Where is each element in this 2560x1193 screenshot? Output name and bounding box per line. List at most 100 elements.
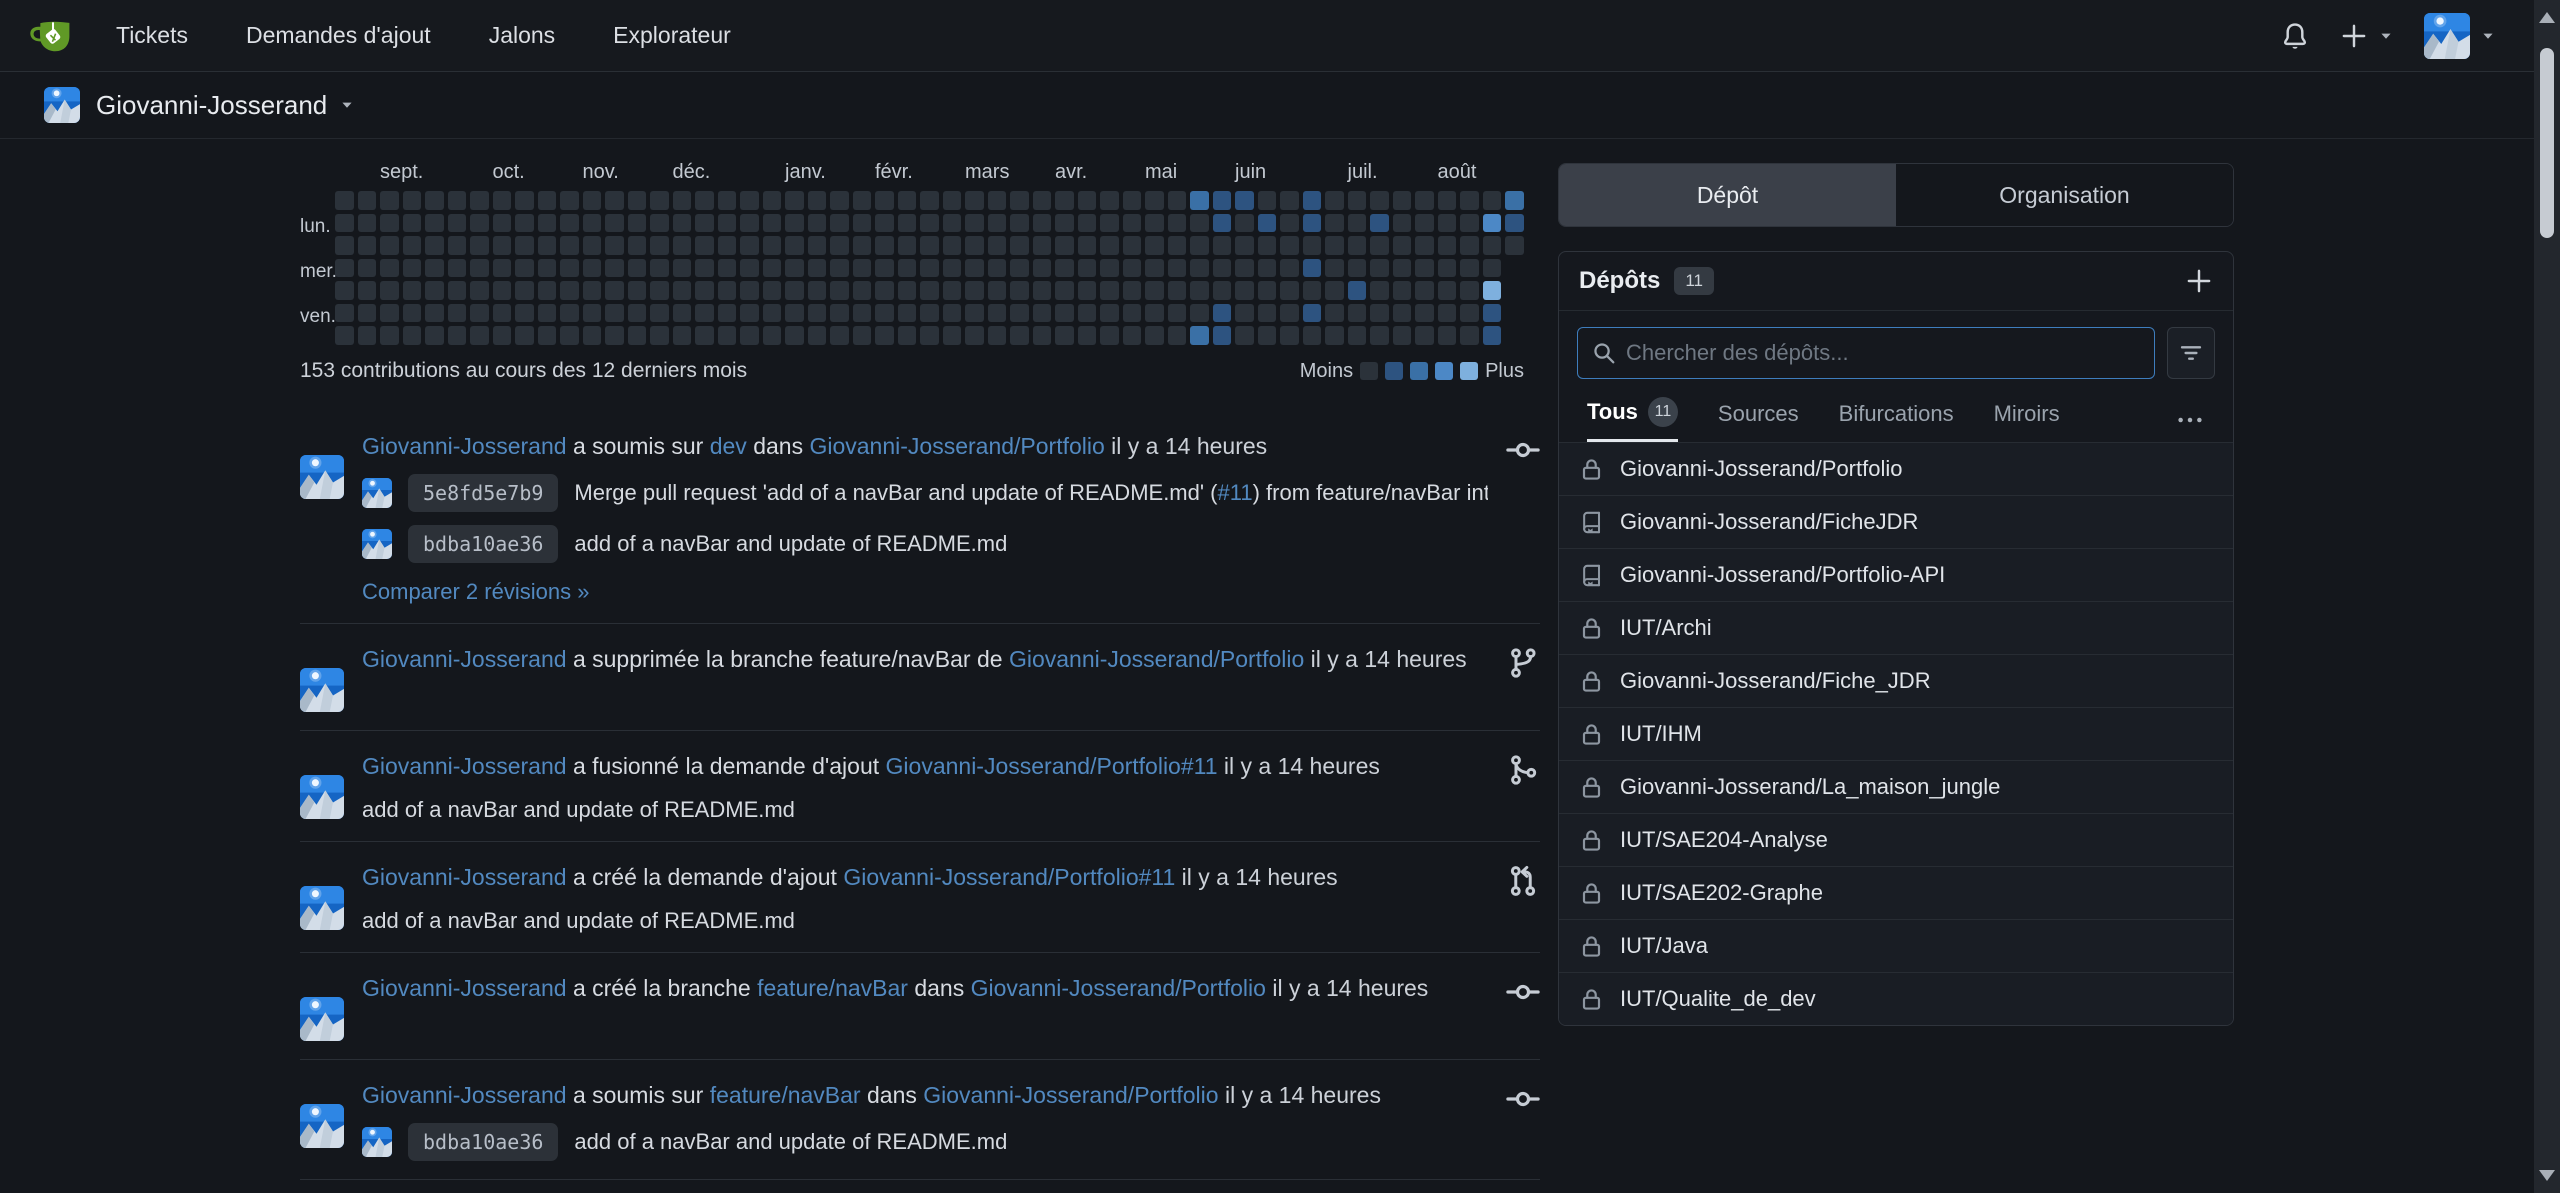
heatmap-cell[interactable] xyxy=(920,259,939,278)
heatmap-cell[interactable] xyxy=(538,326,557,345)
heatmap-cell[interactable] xyxy=(358,214,377,233)
repo-filter-tab-tous[interactable]: Tous11 xyxy=(1587,397,1678,442)
nav-item-explore[interactable]: Explorateur xyxy=(613,22,731,49)
heatmap-cell[interactable] xyxy=(1460,214,1479,233)
heatmap-cell[interactable] xyxy=(920,326,939,345)
heatmap-cell[interactable] xyxy=(1370,236,1389,255)
heatmap-cell[interactable] xyxy=(628,236,647,255)
heatmap-cell[interactable] xyxy=(403,214,422,233)
heatmap-cell[interactable] xyxy=(335,304,354,323)
heatmap-cell[interactable] xyxy=(1325,281,1344,300)
heatmap-cell[interactable] xyxy=(718,304,737,323)
heatmap-cell[interactable] xyxy=(448,259,467,278)
heatmap-cell[interactable] xyxy=(808,326,827,345)
heatmap-cell[interactable] xyxy=(830,191,849,210)
heatmap-cell[interactable] xyxy=(380,236,399,255)
heatmap-cell[interactable] xyxy=(1100,236,1119,255)
heatmap-cell[interactable] xyxy=(695,191,714,210)
heatmap-cell[interactable] xyxy=(425,304,444,323)
heatmap-cell[interactable] xyxy=(695,214,714,233)
heatmap-cell[interactable] xyxy=(830,214,849,233)
heatmap-cell[interactable] xyxy=(1438,191,1457,210)
heatmap-cell[interactable] xyxy=(1055,214,1074,233)
heatmap-cell[interactable] xyxy=(560,191,579,210)
heatmap-cell[interactable] xyxy=(1010,191,1029,210)
heatmap-cell[interactable] xyxy=(1033,236,1052,255)
heatmap-cell[interactable] xyxy=(965,191,984,210)
heatmap-cell[interactable] xyxy=(1280,326,1299,345)
heatmap-cell[interactable] xyxy=(1258,304,1277,323)
heatmap-cell[interactable] xyxy=(718,236,737,255)
heatmap-cell[interactable] xyxy=(1393,214,1412,233)
heatmap-cell[interactable] xyxy=(470,304,489,323)
repo-filter-tab-sources[interactable]: Sources xyxy=(1718,401,1799,439)
heatmap-cell[interactable] xyxy=(785,236,804,255)
heatmap-cell[interactable] xyxy=(830,259,849,278)
heatmap-cell[interactable] xyxy=(673,281,692,300)
heatmap-cell[interactable] xyxy=(875,214,894,233)
heatmap-cell[interactable] xyxy=(1033,326,1052,345)
heatmap-cell[interactable] xyxy=(943,326,962,345)
repo-list-item[interactable]: IUT/SAE202-Graphe xyxy=(1559,866,2233,919)
heatmap-cell[interactable] xyxy=(1213,304,1232,323)
heatmap-cell[interactable] xyxy=(673,236,692,255)
heatmap-cell[interactable] xyxy=(1483,326,1502,345)
heatmap-cell[interactable] xyxy=(808,281,827,300)
committer-avatar[interactable] xyxy=(362,529,392,559)
repo-search-input[interactable] xyxy=(1626,340,2140,366)
heatmap-cell[interactable] xyxy=(403,191,422,210)
heatmap-cell[interactable] xyxy=(605,236,624,255)
heatmap-cell[interactable] xyxy=(493,236,512,255)
heatmap-cell[interactable] xyxy=(1033,259,1052,278)
heatmap-cell[interactable] xyxy=(628,281,647,300)
repo-list-item[interactable]: Giovanni-Josserand/FicheJDR xyxy=(1559,495,2233,548)
scrollbar-up-arrow-icon[interactable] xyxy=(2539,12,2555,23)
heatmap-cell[interactable] xyxy=(1415,281,1434,300)
repo-filter-tab-bifurcations[interactable]: Bifurcations xyxy=(1839,401,1954,439)
heatmap-cell[interactable] xyxy=(740,326,759,345)
heatmap-cell[interactable] xyxy=(943,281,962,300)
heatmap-cell[interactable] xyxy=(1348,191,1367,210)
heatmap-cell[interactable] xyxy=(1190,214,1209,233)
heatmap-cell[interactable] xyxy=(448,214,467,233)
heatmap-cell[interactable] xyxy=(1145,281,1164,300)
heatmap-cell[interactable] xyxy=(1078,236,1097,255)
heatmap-cell[interactable] xyxy=(988,326,1007,345)
heatmap-cell[interactable] xyxy=(1168,191,1187,210)
heatmap-cell[interactable] xyxy=(1010,259,1029,278)
heatmap-cell[interactable] xyxy=(673,326,692,345)
user-avatar[interactable] xyxy=(300,997,344,1041)
heatmap-cell[interactable] xyxy=(740,214,759,233)
user-avatar[interactable] xyxy=(300,455,344,499)
heatmap-cell[interactable] xyxy=(1415,191,1434,210)
heatmap-cell[interactable] xyxy=(1168,304,1187,323)
heatmap-cell[interactable] xyxy=(1460,281,1479,300)
heatmap-cell[interactable] xyxy=(785,304,804,323)
heatmap-cell[interactable] xyxy=(1415,304,1434,323)
heatmap-cell[interactable] xyxy=(335,236,354,255)
heatmap-cell[interactable] xyxy=(1235,191,1254,210)
heatmap-cell[interactable] xyxy=(538,214,557,233)
heatmap-cell[interactable] xyxy=(763,281,782,300)
user-avatar[interactable] xyxy=(300,1104,344,1148)
heatmap-cell[interactable] xyxy=(785,281,804,300)
heatmap-cell[interactable] xyxy=(1415,259,1434,278)
heatmap-cell[interactable] xyxy=(1303,326,1322,345)
heatmap-cell[interactable] xyxy=(1190,281,1209,300)
heatmap-cell[interactable] xyxy=(493,281,512,300)
heatmap-cell[interactable] xyxy=(740,281,759,300)
heatmap-cell[interactable] xyxy=(695,259,714,278)
repo-list-item[interactable]: IUT/Java xyxy=(1559,919,2233,972)
heatmap-cell[interactable] xyxy=(830,236,849,255)
heatmap-cell[interactable] xyxy=(1010,281,1029,300)
heatmap-cell[interactable] xyxy=(965,304,984,323)
heatmap-cell[interactable] xyxy=(583,304,602,323)
repo-list-item[interactable]: Giovanni-Josserand/Portfolio xyxy=(1559,442,2233,495)
heatmap-cell[interactable] xyxy=(515,214,534,233)
heatmap-cell[interactable] xyxy=(493,326,512,345)
feed-link[interactable]: Giovanni-Josserand xyxy=(362,646,567,672)
heatmap-cell[interactable] xyxy=(560,236,579,255)
heatmap-cell[interactable] xyxy=(538,191,557,210)
nav-item-pull-requests[interactable]: Demandes d'ajout xyxy=(246,22,431,49)
heatmap-cell[interactable] xyxy=(1078,281,1097,300)
